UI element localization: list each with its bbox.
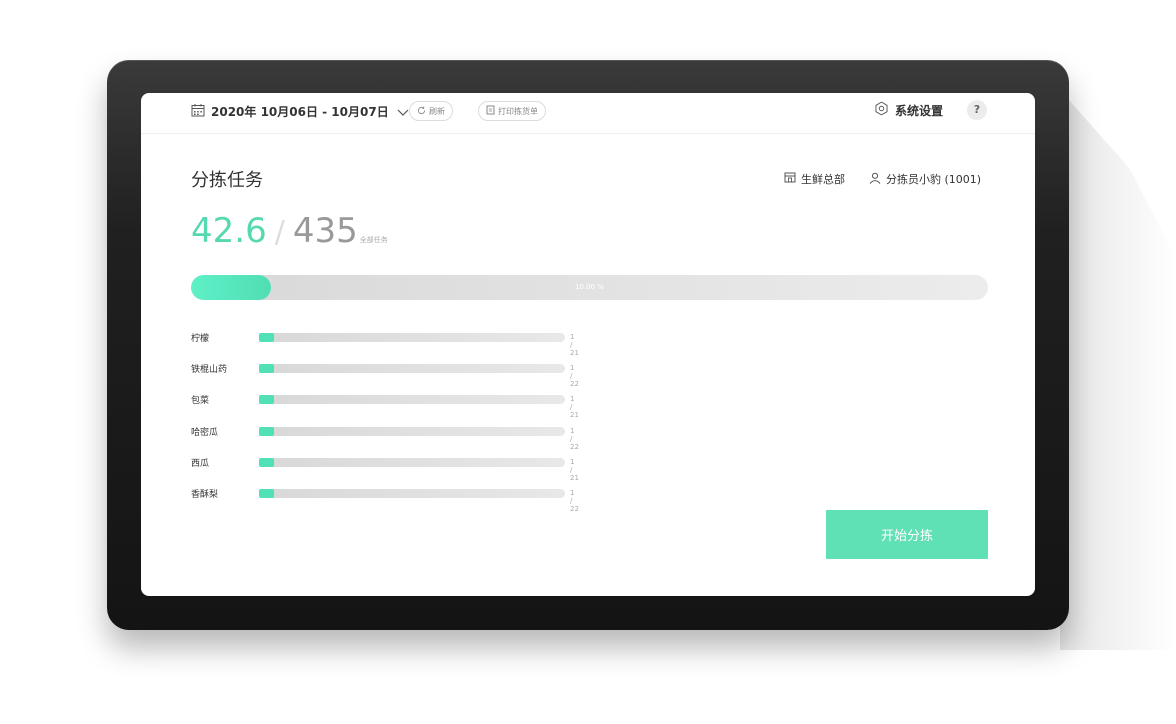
store-selector[interactable]: 生鲜总部	[784, 171, 845, 187]
calendar-icon	[191, 102, 205, 121]
chevron-down-icon	[397, 102, 409, 121]
task-summary: 42.6 / 435 全部任务	[191, 211, 388, 251]
date-range-picker[interactable]: 2020年 10月06日 - 10月07日	[191, 101, 409, 121]
item-progress-fill	[259, 426, 275, 436]
count-separator: /	[274, 215, 285, 250]
item-progress-fill	[259, 364, 275, 374]
item-progress-fill	[259, 488, 275, 498]
item-progress-fill	[259, 457, 275, 467]
item-progress-bar	[259, 364, 565, 374]
item-name: 西瓜	[191, 458, 210, 469]
item-count: 1 / 22	[570, 488, 579, 513]
refresh-label: 刷新	[429, 106, 445, 116]
date-range-label: 2020年 10月06日 - 10月07日	[211, 104, 389, 119]
item-name: 香酥梨	[191, 489, 219, 500]
top-bar: 2020年 10月06日 - 10月07日 刷新 打印拣货单 系统设置 ?	[141, 93, 1035, 134]
item-name: 包菜	[191, 396, 210, 407]
picker-name: 分拣员小豹 (1001)	[886, 173, 982, 186]
device-shadow	[1060, 90, 1176, 650]
item-count: 1 / 21	[570, 395, 579, 420]
refresh-button[interactable]: 刷新	[409, 101, 453, 121]
item-name: 铁棍山药	[191, 365, 228, 376]
item-progress-bar	[259, 395, 565, 405]
overall-progress-bar: 10.00 %	[191, 275, 988, 300]
store-name: 生鲜总部	[801, 173, 845, 186]
app-screen: 2020年 10月06日 - 10月07日 刷新 打印拣货单 系统设置 ? 分拣…	[141, 93, 1035, 596]
settings-button[interactable]: 系统设置	[874, 101, 943, 119]
start-sorting-button[interactable]: 开始分拣	[826, 510, 988, 559]
completed-count: 42.6	[191, 211, 267, 251]
user-icon	[869, 172, 881, 187]
document-icon	[486, 105, 495, 117]
item-count: 1 / 22	[570, 364, 579, 389]
item-name: 柠檬	[191, 334, 210, 344]
total-caption: 全部任务	[359, 236, 388, 244]
picker-profile[interactable]: 分拣员小豹 (1001)	[869, 171, 981, 187]
store-icon	[784, 172, 796, 186]
item-progress-bar	[259, 333, 565, 342]
overall-progress-label: 10.00 %	[575, 283, 604, 291]
total-count: 435	[292, 211, 358, 251]
print-picklist-button[interactable]: 打印拣货单	[478, 101, 546, 121]
settings-label: 系统设置	[895, 103, 944, 118]
item-count: 1 / 21	[570, 457, 579, 482]
item-name: 哈密瓜	[191, 427, 219, 438]
gear-icon	[874, 101, 889, 119]
item-progress-bar	[259, 457, 565, 467]
print-picklist-label: 打印拣货单	[498, 106, 538, 116]
item-progress-fill	[259, 333, 275, 342]
help-button[interactable]: ?	[967, 100, 987, 120]
item-count: 1 / 22	[570, 426, 579, 451]
item-progress-fill	[259, 395, 275, 405]
item-progress-bar	[259, 426, 565, 436]
item-progress-bar	[259, 488, 565, 498]
item-count: 1 / 21	[570, 333, 579, 357]
page-title: 分拣任务	[191, 170, 263, 191]
refresh-icon	[417, 105, 426, 117]
